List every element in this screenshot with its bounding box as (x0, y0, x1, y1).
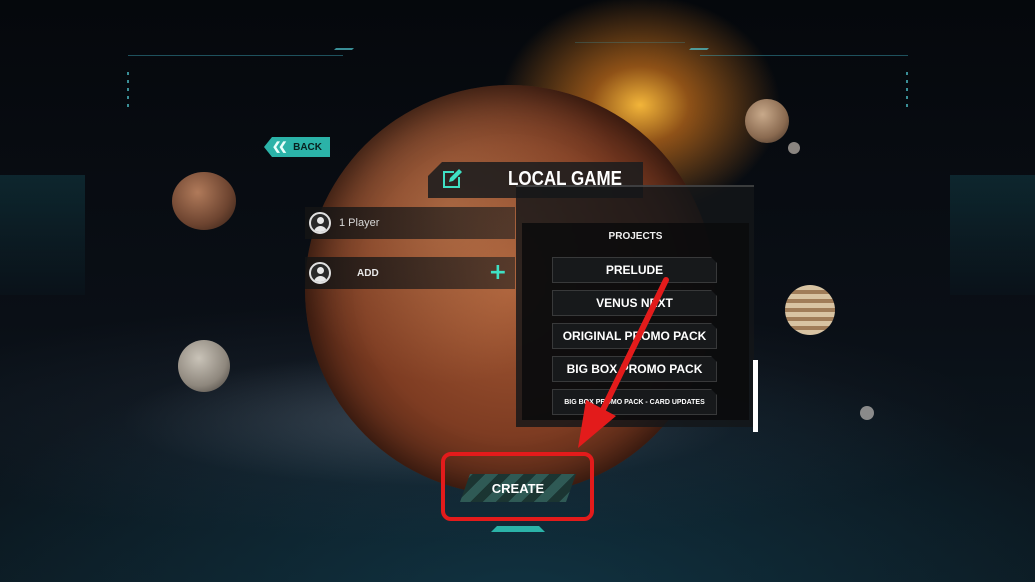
player-row[interactable]: 1 Player (305, 207, 515, 239)
hud-tick (127, 72, 129, 75)
plus-icon[interactable]: + (489, 260, 507, 285)
tiny-moon (788, 142, 800, 154)
planet-small-right (745, 99, 789, 143)
hud-tick (906, 72, 908, 75)
hud-line-right (700, 55, 908, 56)
hud-tick (127, 80, 129, 83)
side-panel-right (950, 175, 1035, 295)
add-player-label: ADD (357, 267, 379, 279)
projects-header: PROJECTS (608, 231, 663, 242)
edit-icon (443, 169, 462, 188)
hud-tick (127, 96, 129, 99)
tiny-moon (860, 406, 874, 420)
player-label: 1 Player (339, 217, 380, 229)
create-button-base (491, 526, 545, 532)
hud-tick (906, 104, 908, 107)
moon-phobos (172, 172, 236, 230)
hud-tick (906, 80, 908, 83)
avatar-icon (309, 262, 331, 284)
projects-scrollbar[interactable] (753, 360, 758, 432)
back-label: BACK (293, 141, 322, 153)
annotation-arrow-icon (578, 277, 669, 448)
add-player-row[interactable]: ADD + (305, 257, 515, 289)
hud-tick (127, 104, 129, 107)
hud-line-center (575, 42, 685, 43)
hud-tick (127, 88, 129, 91)
side-panel-left (0, 175, 85, 295)
hud-line-left (128, 55, 343, 56)
annotation-highlight-box (441, 452, 594, 521)
chevron-left-icon: ❮❮ (272, 141, 288, 153)
hud-tick (906, 96, 908, 99)
moon-grey (178, 340, 230, 392)
hud-slant-left (334, 48, 354, 50)
hud-slant-right (689, 48, 709, 50)
hud-tick (906, 88, 908, 91)
avatar-icon (309, 212, 331, 234)
jupiter-planet (785, 285, 835, 335)
back-button[interactable]: ❮❮ BACK (264, 137, 330, 157)
